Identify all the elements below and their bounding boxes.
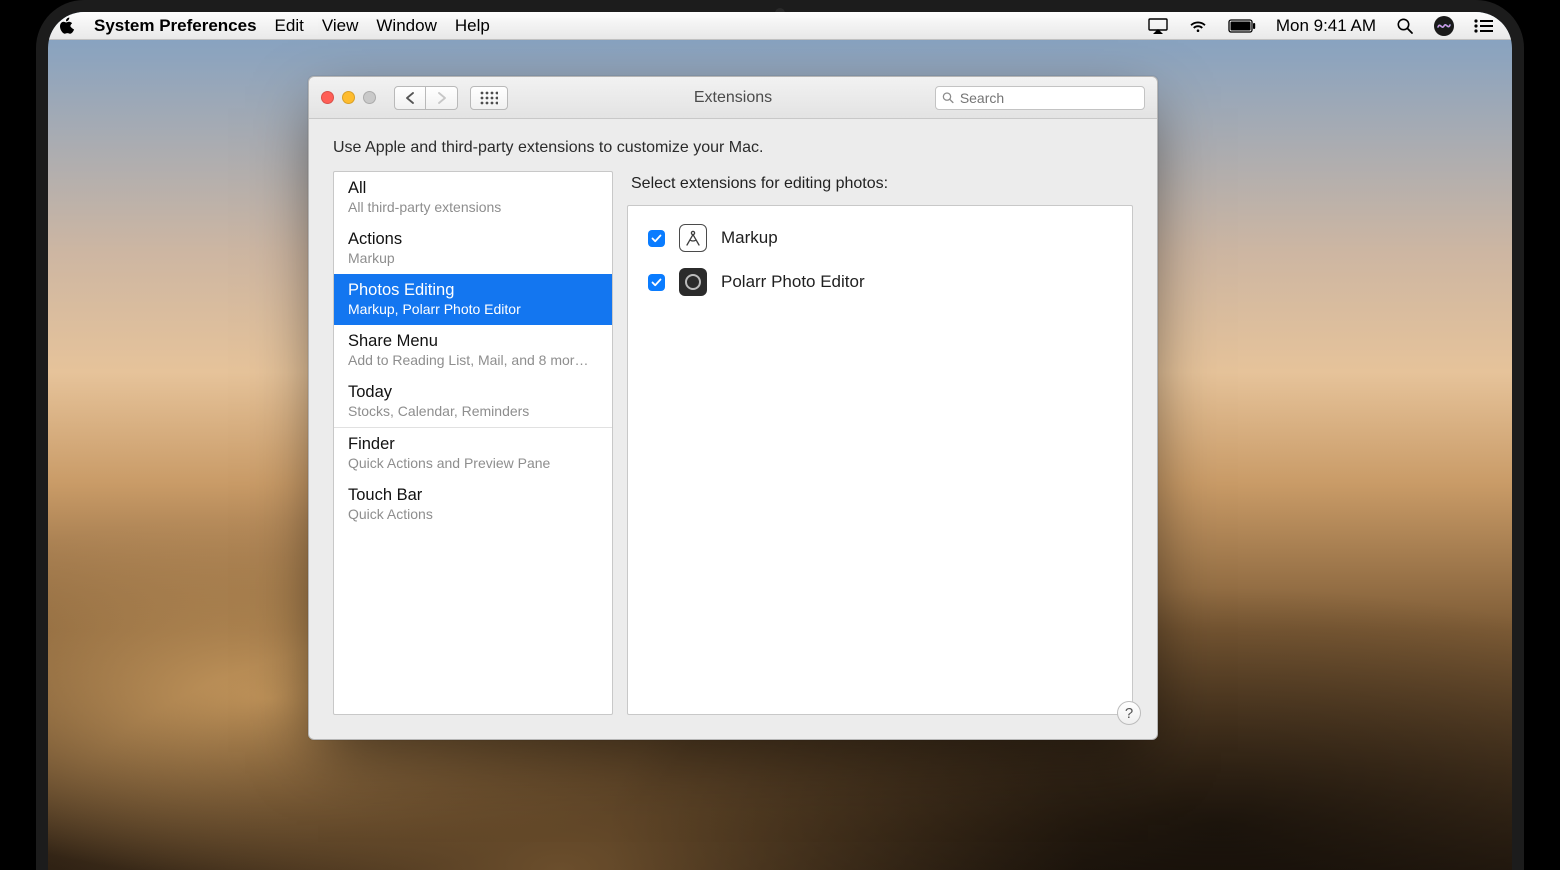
polarr-glyph-icon bbox=[685, 274, 701, 290]
apple-menu-icon[interactable] bbox=[58, 17, 76, 35]
menubar-app-name[interactable]: System Preferences bbox=[94, 16, 257, 36]
sidebar-item-subtitle: Add to Reading List, Mail, and 8 mor… bbox=[348, 352, 598, 368]
extensions-list: Markup Polarr Photo Editor bbox=[627, 205, 1133, 715]
battery-icon[interactable] bbox=[1228, 19, 1256, 33]
sidebar-item-photos-editing[interactable]: Photos EditingMarkup, Polarr Photo Edito… bbox=[334, 274, 612, 325]
extension-checkbox[interactable] bbox=[648, 230, 665, 247]
siri-icon[interactable] bbox=[1434, 16, 1454, 36]
extension-row-markup: Markup bbox=[648, 218, 1112, 262]
check-icon bbox=[651, 233, 662, 244]
sidebar-item-all[interactable]: AllAll third-party extensions bbox=[334, 172, 612, 223]
menubar-item-edit[interactable]: Edit bbox=[275, 16, 304, 36]
extension-checkbox[interactable] bbox=[648, 274, 665, 291]
minimize-button[interactable] bbox=[342, 91, 355, 104]
airplay-icon[interactable] bbox=[1148, 18, 1168, 34]
menu-bar: System Preferences Edit View Window Help… bbox=[48, 12, 1512, 40]
wifi-icon[interactable] bbox=[1188, 18, 1208, 34]
sidebar-item-subtitle: Quick Actions bbox=[348, 506, 598, 522]
desktop-wallpaper: System Preferences Edit View Window Help… bbox=[48, 12, 1512, 870]
spotlight-icon[interactable] bbox=[1396, 17, 1414, 35]
extension-name: Markup bbox=[721, 228, 778, 248]
sidebar-item-subtitle: Stocks, Calendar, Reminders bbox=[348, 403, 598, 419]
window-titlebar: Extensions bbox=[309, 77, 1157, 119]
chevron-left-icon bbox=[405, 92, 415, 104]
help-button[interactable]: ? bbox=[1117, 701, 1141, 725]
category-sidebar: AllAll third-party extensionsActionsMark… bbox=[333, 171, 613, 715]
sidebar-item-actions[interactable]: ActionsMarkup bbox=[334, 223, 612, 274]
extension-row-polarr-photo-editor: Polarr Photo Editor bbox=[648, 262, 1112, 306]
menubar-item-help[interactable]: Help bbox=[455, 16, 490, 36]
extension-name: Polarr Photo Editor bbox=[721, 272, 865, 292]
sidebar-item-subtitle: Markup, Polarr Photo Editor bbox=[348, 301, 598, 317]
chevron-right-icon bbox=[437, 92, 447, 104]
detail-heading: Select extensions for editing photos: bbox=[631, 175, 1133, 193]
polarr-app-icon bbox=[679, 268, 707, 296]
extensions-preferences-window: Extensions Use Apple and third-party ext… bbox=[308, 76, 1158, 740]
pane-description: Use Apple and third-party extensions to … bbox=[309, 119, 1157, 171]
back-button[interactable] bbox=[394, 86, 426, 110]
sidebar-item-title: Today bbox=[348, 383, 598, 402]
menubar-item-window[interactable]: Window bbox=[376, 16, 436, 36]
sidebar-item-title: Finder bbox=[348, 435, 598, 454]
help-icon: ? bbox=[1125, 705, 1133, 722]
search-field-wrapper[interactable] bbox=[935, 86, 1145, 110]
sidebar-item-title: Touch Bar bbox=[348, 486, 598, 505]
sidebar-item-title: All bbox=[348, 179, 598, 198]
show-all-preferences-button[interactable] bbox=[470, 86, 508, 110]
sidebar-item-today[interactable]: TodayStocks, Calendar, Reminders bbox=[334, 376, 612, 427]
menubar-item-view[interactable]: View bbox=[322, 16, 359, 36]
markup-app-icon bbox=[679, 224, 707, 252]
sidebar-item-share-menu[interactable]: Share MenuAdd to Reading List, Mail, and… bbox=[334, 325, 612, 376]
sidebar-item-touch-bar[interactable]: Touch BarQuick Actions bbox=[334, 479, 612, 530]
notification-center-icon[interactable] bbox=[1474, 19, 1494, 33]
menubar-clock[interactable]: Mon 9:41 AM bbox=[1276, 16, 1376, 36]
search-icon bbox=[942, 91, 954, 104]
check-icon bbox=[651, 277, 662, 288]
close-button[interactable] bbox=[321, 91, 334, 104]
sidebar-item-finder[interactable]: FinderQuick Actions and Preview Pane bbox=[334, 427, 612, 479]
zoom-button[interactable] bbox=[363, 91, 376, 104]
sidebar-item-title: Photos Editing bbox=[348, 281, 598, 300]
markup-glyph-icon bbox=[684, 229, 702, 247]
sidebar-item-subtitle: Markup bbox=[348, 250, 598, 266]
grid-icon bbox=[480, 91, 498, 105]
search-input[interactable] bbox=[960, 90, 1138, 106]
sidebar-item-subtitle: All third-party extensions bbox=[348, 199, 598, 215]
forward-button[interactable] bbox=[426, 86, 458, 110]
sidebar-item-title: Share Menu bbox=[348, 332, 598, 351]
sidebar-item-subtitle: Quick Actions and Preview Pane bbox=[348, 455, 598, 471]
sidebar-item-title: Actions bbox=[348, 230, 598, 249]
